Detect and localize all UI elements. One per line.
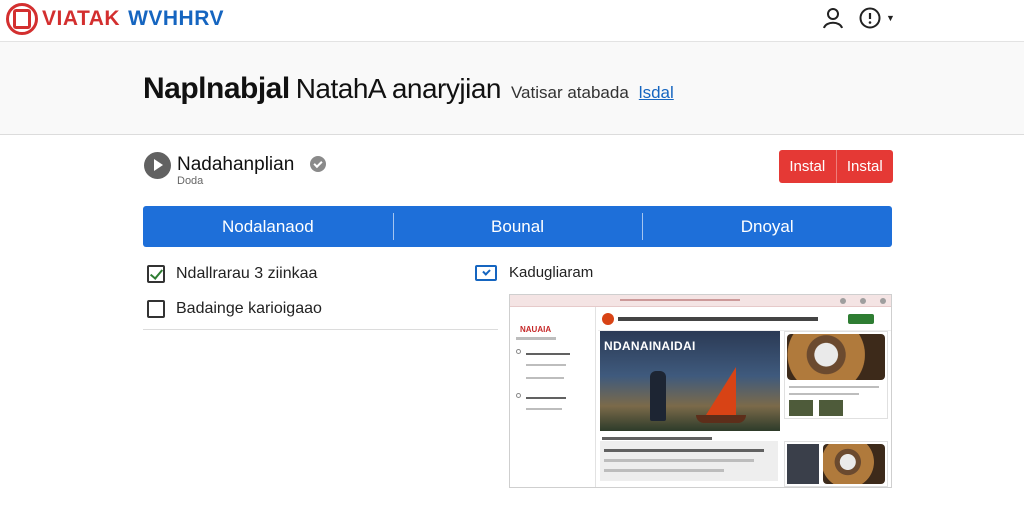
preview-sail bbox=[706, 367, 736, 415]
preview-label: Kadugliaram bbox=[509, 264, 594, 281]
preview-caption-line bbox=[602, 437, 712, 440]
preview-card-line bbox=[789, 386, 879, 388]
preview-text-line bbox=[604, 469, 724, 472]
brand-logo[interactable]: VIATAK WVHHRV bbox=[6, 3, 224, 35]
preview-thumb bbox=[819, 400, 843, 416]
page-title: Naplnabjal NatahA anaryjian Vatisar atab… bbox=[143, 72, 674, 106]
brand-mark-icon bbox=[6, 3, 38, 35]
preview-hero-title: NDANAINAIDAI bbox=[604, 339, 696, 353]
play-icon bbox=[144, 152, 171, 179]
option-row[interactable]: Ndallrarau 3 ziinkaa bbox=[147, 265, 317, 283]
preview-site-brand: NAUAIA bbox=[520, 325, 552, 334]
preview-nav-line bbox=[526, 397, 566, 399]
header-link[interactable]: lsdal bbox=[639, 83, 674, 103]
verified-icon bbox=[310, 156, 326, 172]
preview-food-image bbox=[823, 444, 885, 484]
divider bbox=[143, 329, 498, 330]
preview-site-header bbox=[598, 309, 891, 331]
preview-nav-line bbox=[516, 337, 556, 340]
tab-1[interactable]: Nodalanaod bbox=[143, 206, 393, 247]
install-button-secondary[interactable]: Instal bbox=[835, 150, 894, 183]
preview-site-button bbox=[848, 314, 874, 324]
checkbox-unchecked[interactable] bbox=[147, 300, 165, 318]
install-button-group: Instal Instal bbox=[779, 150, 893, 183]
preview-thumb bbox=[787, 444, 819, 484]
install-button[interactable]: Instal bbox=[779, 150, 836, 183]
page-title-rest: NatahA anaryjian bbox=[295, 73, 502, 104]
preview-nav-line bbox=[526, 364, 566, 366]
preview-text-strip bbox=[600, 441, 778, 481]
item-title: Nadahanplian bbox=[177, 154, 295, 175]
page-header: Naplnabjal NatahA anaryjian Vatisar atab… bbox=[0, 42, 1024, 135]
tab-2[interactable]: Bounal bbox=[392, 206, 643, 247]
preview-text-line bbox=[604, 449, 764, 452]
preview-screenshot[interactable]: NAUAIA NDANAINAIDAI bbox=[509, 294, 892, 488]
preview-hero-image: NDANAINAIDAI bbox=[600, 331, 780, 431]
preview-site-nav bbox=[618, 317, 818, 321]
preview-boat bbox=[696, 415, 746, 423]
preview-person bbox=[650, 371, 666, 421]
preview-browser-bar bbox=[510, 295, 891, 307]
preview-site-logo bbox=[602, 313, 614, 325]
preview-sidebar: NAUAIA bbox=[510, 307, 596, 487]
top-bar: VIATAK WVHHRV ▼ bbox=[0, 0, 1024, 42]
item-subtitle: Doda bbox=[177, 175, 204, 187]
preview-tabs-strip bbox=[620, 299, 740, 301]
preview-nav-line bbox=[526, 353, 570, 355]
option-label: Badainge karioigaao bbox=[176, 300, 322, 317]
preview-dot bbox=[860, 298, 866, 304]
preview-dot bbox=[840, 298, 846, 304]
preview-bullet bbox=[516, 349, 521, 354]
chevron-down-icon[interactable]: ▼ bbox=[886, 13, 895, 23]
info-icon[interactable] bbox=[858, 6, 882, 30]
checkbox-checked[interactable] bbox=[147, 265, 165, 283]
preview-card-line bbox=[789, 393, 859, 395]
page-subtitle: Vatisar atabada bbox=[510, 83, 629, 102]
option-row[interactable]: Badainge karioigaao bbox=[147, 300, 322, 318]
preview-header: Kadugliaram bbox=[475, 264, 593, 281]
preview-card bbox=[784, 441, 888, 487]
user-icon[interactable] bbox=[821, 6, 845, 30]
tab-bar: Nodalanaod Bounal Dnoyal bbox=[143, 206, 892, 247]
preview-nav-line bbox=[526, 408, 562, 410]
preview-text-line bbox=[604, 459, 754, 462]
brand-name-red: VIATAK bbox=[42, 7, 121, 30]
preview-bullet bbox=[516, 393, 521, 398]
page-title-bold: Naplnabjal bbox=[143, 72, 290, 105]
tab-3[interactable]: Dnoyal bbox=[642, 206, 892, 247]
brand-name-blue: WVHHRV bbox=[128, 7, 225, 30]
preview-thumb bbox=[789, 400, 813, 416]
preview-food-image bbox=[787, 334, 885, 380]
preview-nav-line bbox=[526, 377, 564, 379]
preview-dot bbox=[880, 298, 886, 304]
option-label: Ndallrarau 3 ziinkaa bbox=[176, 265, 318, 282]
screen-icon bbox=[475, 264, 497, 281]
preview-card bbox=[784, 331, 888, 419]
